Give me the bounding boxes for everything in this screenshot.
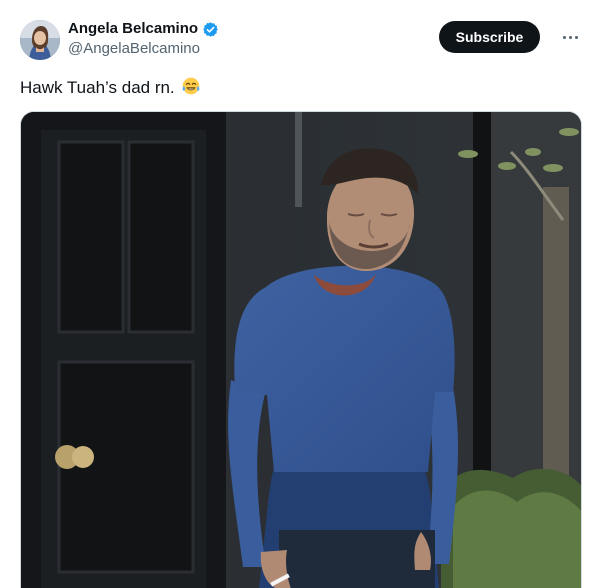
dot: [568, 35, 572, 39]
dot: [574, 35, 578, 39]
tweet-text: Hawk Tuah’s dad rn.: [20, 76, 201, 99]
more-horizontal-icon[interactable]: [560, 28, 580, 46]
subscribe-button[interactable]: Subscribe: [439, 21, 540, 53]
tweet-card: Angela Belcamino @AngelaBelcamino Subscr…: [0, 0, 600, 588]
tweet-text-content: Hawk Tuah’s dad rn.: [20, 78, 175, 97]
verified-badge-icon[interactable]: [202, 21, 219, 38]
face-with-tears-of-joy-icon: [181, 76, 201, 96]
photo-illustration: [21, 112, 581, 588]
name-row: Angela Belcamino: [68, 20, 219, 38]
display-name[interactable]: Angela Belcamino: [68, 20, 198, 38]
tweet-header: Angela Belcamino @AngelaBelcamino Subscr…: [20, 18, 584, 64]
avatar-image: [20, 20, 60, 60]
author-block: Angela Belcamino @AngelaBelcamino: [68, 20, 219, 58]
author-handle[interactable]: @AngelaBelcamino: [68, 40, 219, 58]
tweet-media-photo[interactable]: [20, 111, 582, 588]
avatar[interactable]: [20, 20, 60, 60]
dot: [562, 35, 566, 39]
